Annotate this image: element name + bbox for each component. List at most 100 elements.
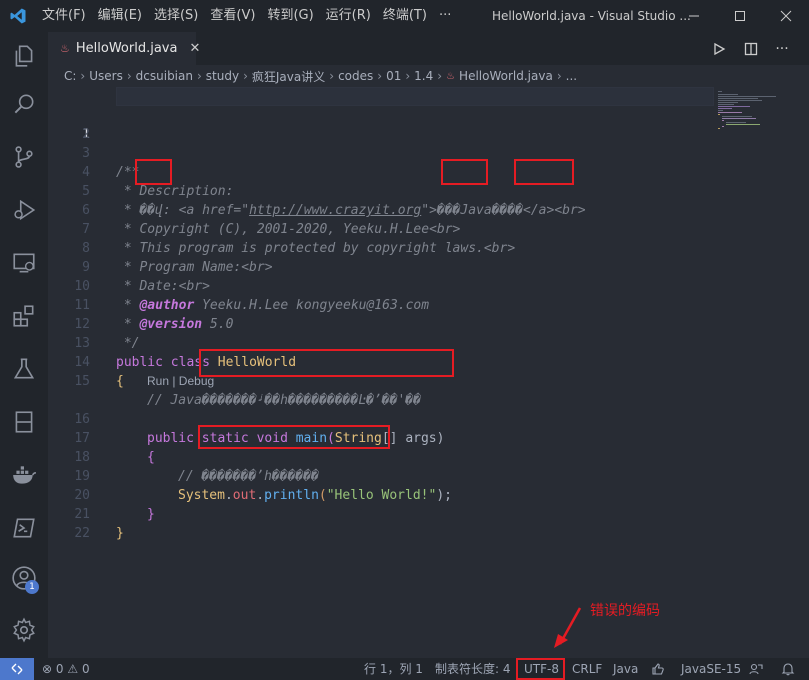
bell-icon[interactable] xyxy=(781,658,795,680)
code-line: 7 * This program is protected by copyrig… xyxy=(48,201,809,256)
code-line: 10 * @author Yeeku.H.Lee kongyeeku@163.c… xyxy=(48,258,809,313)
code-text: { xyxy=(116,374,124,389)
warning-count: 0 xyxy=(81,662,90,676)
breadcrumb-item[interactable]: dcsuibian xyxy=(136,69,193,83)
eol-selector[interactable]: CRLF xyxy=(572,658,602,680)
run-file-button[interactable] xyxy=(707,37,731,61)
activity-bar: 1 xyxy=(0,32,48,658)
vscode-logo-icon xyxy=(0,0,36,32)
garbled-text-highlight xyxy=(135,159,172,185)
source-control-icon[interactable] xyxy=(0,133,48,181)
powershell-icon[interactable] xyxy=(0,504,48,552)
testing-icon[interactable] xyxy=(0,345,48,393)
code-line: 19 System.out.println("Hello World!"); xyxy=(48,448,809,503)
code-editor[interactable]: 1 2 3 /** 4 * Description: 5 * ��վ: <a h… xyxy=(48,87,809,658)
code-line: 18 // �������ʼh������ xyxy=(48,429,809,484)
remote-indicator-icon[interactable] xyxy=(0,658,34,680)
menu-file[interactable]: 文件(F) xyxy=(36,0,92,32)
error-count: 0 xyxy=(55,662,64,676)
java-file-icon: ♨ xyxy=(446,70,456,82)
breadcrumb-item[interactable]: Users xyxy=(89,69,123,83)
notification-badge: 1 xyxy=(25,580,39,594)
breadcrumb-item[interactable]: codes xyxy=(338,69,373,83)
chevron-right-icon: › xyxy=(243,69,248,83)
chevron-right-icon: › xyxy=(405,69,411,83)
menu-terminal[interactable]: 终端(T) xyxy=(377,0,433,32)
garbled-text-highlight xyxy=(514,159,574,185)
window-title: HelloWorld.java - Visual Studio ... xyxy=(492,9,691,23)
chevron-right-icon: › xyxy=(556,69,562,83)
project-manager-icon[interactable] xyxy=(0,398,48,446)
breadcrumb-item[interactable]: 1.4 xyxy=(414,69,433,83)
cursor-position[interactable]: 行 1，列 1 xyxy=(364,658,423,680)
annotation-arrow-icon xyxy=(554,607,582,648)
tab-helloworld-java[interactable]: ♨ HelloWorld.java ✕ xyxy=(48,32,200,65)
search-icon[interactable] xyxy=(0,80,48,128)
menu-view[interactable]: 查看(V) xyxy=(204,0,261,32)
chevron-right-icon: › xyxy=(329,69,335,83)
breadcrumb: C: › Users › dcsuibian › study › 疯狂Java讲义 › c… xyxy=(48,65,809,87)
chevron-right-icon: › xyxy=(126,69,132,83)
code-text: } xyxy=(116,526,124,541)
code-line: 8 * Program Name:<br> xyxy=(48,220,809,275)
garbled-text-highlight xyxy=(441,159,488,185)
breadcrumb-item[interactable]: HelloWorld.java xyxy=(459,69,553,83)
status-bar: ⊗ 0 ⚠ 0 行 1，列 1 制表符长度: 4 UTF-8 CRLF Java… xyxy=(0,658,809,680)
tab-size[interactable]: 制表符长度: 4 xyxy=(435,658,511,680)
tab-bar: ♨ HelloWorld.java ✕ ··· xyxy=(48,32,809,65)
code-line: 17 { xyxy=(48,410,809,465)
menu-more[interactable]: ··· xyxy=(433,0,457,32)
warning-icon: ⚠ xyxy=(67,662,79,676)
breadcrumb-item[interactable]: study xyxy=(206,69,239,83)
code-line: 9 * Date:<br> xyxy=(48,239,809,294)
extensions-icon[interactable] xyxy=(0,292,48,340)
accounts-icon[interactable]: 1 xyxy=(0,554,48,602)
close-window-button[interactable] xyxy=(763,0,809,32)
code-line: 21 } xyxy=(48,486,809,541)
maximize-button[interactable] xyxy=(717,0,763,32)
feedback-icon[interactable] xyxy=(749,658,763,680)
settings-gear-icon[interactable] xyxy=(0,606,48,654)
run-debug-icon[interactable] xyxy=(0,186,48,234)
code-line: 3 /** xyxy=(48,125,809,180)
title-bar: 文件(F) 编辑(E) 选择(S) 查看(V) 转到(G) 运行(R) 终端(T… xyxy=(0,0,809,32)
java-version[interactable]: JavaSE-15 xyxy=(681,658,741,680)
java-file-icon: ♨ xyxy=(60,42,70,55)
chevron-right-icon: › xyxy=(437,69,443,83)
menu-selection[interactable]: 选择(S) xyxy=(148,0,204,32)
menu-run[interactable]: 运行(R) xyxy=(320,0,377,32)
breadcrumb-item[interactable]: 疯狂Java讲义 xyxy=(252,68,325,85)
code-line: 1 xyxy=(48,87,809,142)
code-line: 22 xyxy=(48,505,809,541)
vertical-scrollbar[interactable] xyxy=(794,87,808,658)
problems-indicator[interactable]: ⊗ 0 ⚠ 0 xyxy=(42,658,90,680)
code-line: 16 public static void main(String[] args… xyxy=(48,391,809,446)
menu-go[interactable]: 转到(G) xyxy=(261,0,319,32)
chevron-right-icon: › xyxy=(377,69,383,83)
chevron-right-icon: › xyxy=(80,69,86,83)
line-number: 15 xyxy=(74,374,90,389)
garbled-text-highlight xyxy=(199,349,454,377)
breadcrumb-item[interactable]: C: xyxy=(64,69,76,83)
breadcrumb-item[interactable]: ... xyxy=(566,69,577,83)
code-line: 13 public class HelloWorld xyxy=(48,315,809,370)
thumbs-up-icon[interactable] xyxy=(651,658,665,680)
minimap[interactable] xyxy=(714,87,794,137)
close-tab-icon[interactable]: ✕ xyxy=(189,41,200,56)
docker-icon[interactable] xyxy=(0,451,48,499)
tab-label: HelloWorld.java xyxy=(75,41,178,56)
more-actions-button[interactable]: ··· xyxy=(770,37,794,61)
current-line-highlight xyxy=(116,87,714,106)
line-number: 22 xyxy=(74,526,90,541)
language-mode[interactable]: Java xyxy=(613,658,638,680)
split-editor-button[interactable] xyxy=(739,37,763,61)
code-line: 2 xyxy=(48,106,809,142)
breadcrumb-item[interactable]: 01 xyxy=(386,69,401,83)
remote-explorer-icon[interactable] xyxy=(0,239,48,287)
explorer-icon[interactable] xyxy=(0,32,48,80)
garbled-text-highlight xyxy=(198,425,390,449)
minimize-button[interactable] xyxy=(671,0,717,32)
code-line: 12 */ xyxy=(48,296,809,351)
menu-edit[interactable]: 编辑(E) xyxy=(92,0,148,32)
code-line: 20 } xyxy=(48,467,809,522)
